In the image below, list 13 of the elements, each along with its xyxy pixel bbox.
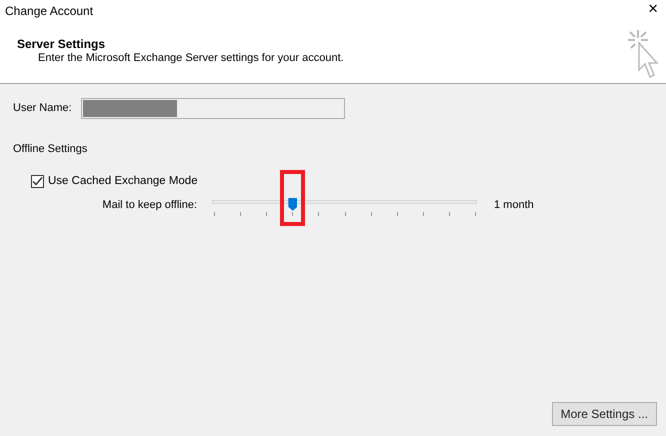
close-button[interactable]: × [646, 0, 660, 18]
group-title: Offline Settings [13, 142, 88, 157]
more-settings-button[interactable]: More Settings ... [552, 402, 657, 426]
field-label: User Name: [13, 101, 72, 116]
section-description: Enter the Microsoft Exchange Server settings for your account. [38, 51, 344, 66]
user-name-field[interactable] [80, 98, 345, 119]
cursor-click-icon [628, 30, 660, 80]
slider-reading: 1 month [494, 198, 534, 212]
section-title: Server Settings [17, 36, 106, 53]
slider-label: Mail to keep offline: [101, 198, 197, 212]
checkbox-icon[interactable] [31, 174, 44, 188]
window-title: Change Account [5, 3, 94, 20]
cached-mode-checkbox[interactable]: Use Cached Exchange Mode [31, 172, 666, 190]
